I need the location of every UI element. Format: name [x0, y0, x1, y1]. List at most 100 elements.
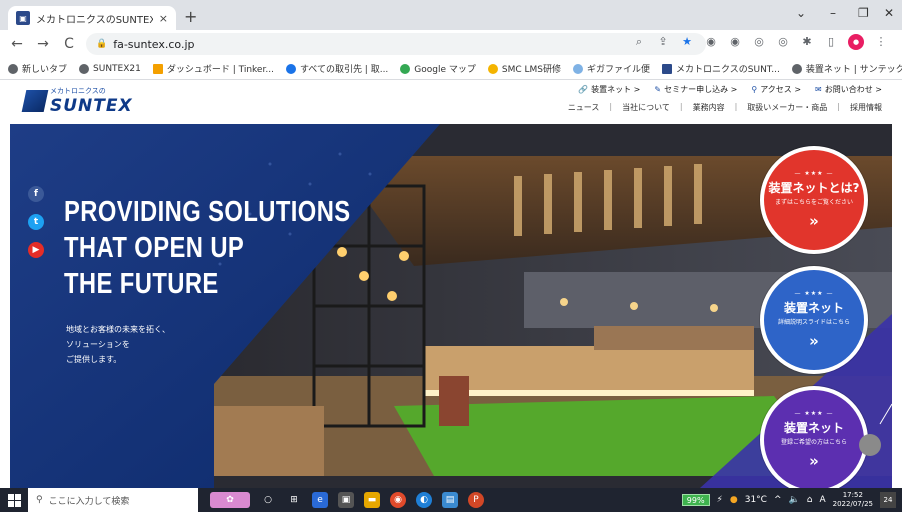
nav-news[interactable]: ニュース	[568, 102, 600, 113]
profile-avatar[interactable]: ●	[848, 34, 864, 50]
site-header: メカトロニクスの SUNTEX 🔗 装置ネット > ✎ セミナー申し込み > ⚲ アク…	[10, 80, 892, 124]
bookmark-icon	[487, 63, 498, 74]
chrome-icon[interactable]: ◉	[390, 492, 406, 508]
hero-title-line: PROVIDING SOLUTIONS	[64, 196, 351, 228]
extension-icon[interactable]: ◉	[704, 35, 718, 49]
bookmark-item[interactable]: すべての取引先 | 取...	[285, 62, 388, 75]
stars-decoration: — ★★★ —	[794, 290, 834, 297]
cta-slides-button[interactable]: — ★★★ — 装置ネット 詳細説明スライドはこちら »	[760, 266, 868, 374]
windows-start-icon[interactable]	[0, 488, 28, 512]
bookmark-icon	[573, 63, 584, 74]
bookmark-item[interactable]: ダッシュボード | Tinker...	[152, 62, 274, 75]
new-tab-button[interactable]: +	[184, 7, 197, 26]
hero-section: f t ▶ PROVIDING SOLUTIONS THAT OPEN UP T…	[10, 124, 892, 488]
task-view-icon[interactable]: ⊞	[286, 492, 302, 508]
back-button[interactable]: ←	[10, 36, 24, 52]
zoom-icon[interactable]: ⌕	[632, 35, 646, 49]
extensions-puzzle-icon[interactable]: ✱	[800, 35, 814, 49]
store-icon[interactable]: ▣	[338, 492, 354, 508]
teams-icon[interactable]: ▤	[442, 492, 458, 508]
nav-makers-products[interactable]: 取扱いメーカー・商品	[747, 102, 827, 113]
network-icon[interactable]: ⌂	[807, 495, 813, 505]
twitter-icon[interactable]: t	[28, 214, 44, 230]
nav-recruit[interactable]: 採用情報	[850, 102, 882, 113]
tab-close-icon[interactable]: ×	[159, 12, 168, 25]
nav-separator: |	[609, 102, 613, 111]
site-favicon-icon: ▣	[16, 11, 30, 25]
bookmark-item[interactable]: 新しいタブ	[8, 62, 67, 75]
minimize-button[interactable]: –	[830, 6, 836, 20]
hero-title-line: THAT OPEN UP	[64, 232, 245, 264]
extension-icon[interactable]: ◉	[728, 35, 742, 49]
chevron-up-icon[interactable]: ^	[774, 495, 782, 505]
tab-strip: ▣ メカトロニクスのSUNTEX × + ⌄ – ❐ ✕	[0, 0, 902, 30]
top-navigation: 🔗 装置ネット > ✎ セミナー申し込み > ⚲ アクセス > ✉ お問い合わせ >	[578, 84, 882, 95]
scroll-indicator-dot[interactable]	[859, 434, 881, 456]
taskbar-apps: ✿ ○ ⊞ e ▣ ▬ ◉ ◐ ▤ P	[210, 492, 484, 508]
cta-register-button[interactable]: — ★★★ — 装置ネット 登録ご希望の方はこちら »	[760, 386, 868, 488]
bookmarks-bar: 新しいタブ SUNTEX21 ダッシュボード | Tinker... すべての取…	[0, 58, 902, 80]
edit-icon: ✎	[654, 85, 662, 94]
share-icon[interactable]: ⇪	[656, 35, 670, 49]
menu-kebab-icon[interactable]: ⋮	[874, 35, 888, 49]
bookmark-item[interactable]: 装置ネット | サンテックス	[791, 62, 902, 75]
file-explorer-icon[interactable]: ▬	[364, 492, 380, 508]
topnav-souchi-net[interactable]: 🔗 装置ネット >	[578, 84, 640, 95]
bookmark-item[interactable]: SMC LMS研修	[487, 62, 561, 75]
youtube-icon[interactable]: ▶	[28, 242, 44, 258]
plug-icon: ⚡	[716, 495, 723, 505]
forward-button[interactable]: →	[36, 36, 50, 52]
logo-wordmark: SUNTEX	[50, 96, 133, 116]
notification-center-icon[interactable]: 24	[880, 492, 896, 508]
taskbar-search-input[interactable]: ⚲ ここに入力して検索	[28, 488, 198, 512]
bookmark-icon	[285, 63, 296, 74]
url-text[interactable]: fa-suntex.co.jp	[113, 38, 194, 51]
hero-title: PROVIDING SOLUTIONS THAT OPEN UP THE FUT…	[64, 194, 413, 302]
weather-icon: ●	[729, 495, 738, 505]
reload-button[interactable]: C	[62, 36, 76, 52]
volume-icon[interactable]: 🔈	[789, 495, 800, 505]
double-chevron-right-icon: »	[809, 452, 819, 470]
url-bar[interactable]: 🔒 fa-suntex.co.jp	[86, 33, 706, 55]
nav-separator: |	[837, 102, 840, 111]
maximize-button[interactable]: ❐	[858, 6, 869, 20]
double-chevron-right-icon: »	[809, 212, 819, 230]
bookmark-icon	[8, 63, 18, 74]
bookmark-item[interactable]: ギガファイル便	[573, 62, 650, 75]
nav-business[interactable]: 業務内容	[693, 102, 725, 113]
bookmark-item[interactable]: Google マップ	[400, 62, 476, 75]
search-highlight-icon[interactable]: ✿	[210, 492, 250, 508]
extension-icon[interactable]: ◎	[776, 35, 790, 49]
cta-what-is-souchi-net-button[interactable]: — ★★★ — 装置ネットとは? まずはこちらをご覧ください »	[760, 146, 868, 254]
cortana-icon[interactable]: ○	[260, 492, 276, 508]
lock-icon[interactable]: 🔒	[96, 39, 107, 49]
suntex-logo[interactable]: メカトロニクスの SUNTEX	[21, 86, 132, 118]
link-icon: 🔗	[578, 85, 589, 94]
hero-subtitle: 地域とお客様の未来を拓く、 ソリューションを ご提供します。	[66, 325, 170, 364]
topnav-access[interactable]: ⚲ アクセス >	[751, 84, 801, 95]
edge-legacy-icon[interactable]: e	[312, 492, 328, 508]
double-chevron-right-icon: »	[809, 332, 819, 350]
edge-icon[interactable]: ◐	[416, 492, 432, 508]
tab-search-icon[interactable]: ⌄	[796, 6, 806, 20]
main-navigation: ニュース | 当社について | 業務内容 | 取扱いメーカー・商品 | 採用情報	[568, 102, 882, 113]
battery-indicator[interactable]: 99%	[681, 494, 710, 506]
topnav-seminar[interactable]: ✎ セミナー申し込み >	[654, 84, 737, 95]
topnav-contact[interactable]: ✉ お問い合わせ >	[815, 84, 882, 95]
bookmark-icon	[400, 63, 411, 74]
extension-icon[interactable]: ◎	[752, 35, 766, 49]
system-tray: 99% ⚡ ● 31°C ^ 🔈 ⌂ A 17:52 2022/07/25 24	[681, 488, 896, 512]
bookmark-star-icon[interactable]: ★	[680, 35, 694, 49]
bookmark-item[interactable]: メカトロニクスのSUNT...	[662, 62, 780, 75]
clock[interactable]: 17:52 2022/07/25	[833, 491, 873, 509]
bookmark-icon	[791, 63, 802, 74]
side-panel-icon[interactable]: ▯	[824, 35, 838, 49]
powerpoint-icon[interactable]: P	[468, 492, 484, 508]
browser-tab-active[interactable]: ▣ メカトロニクスのSUNTEX ×	[8, 6, 176, 30]
temperature[interactable]: 31°C	[745, 495, 767, 505]
bookmark-item[interactable]: SUNTEX21	[79, 63, 141, 74]
close-window-button[interactable]: ✕	[884, 6, 894, 20]
nav-about[interactable]: 当社について	[622, 102, 670, 113]
facebook-icon[interactable]: f	[28, 186, 44, 202]
ime-indicator[interactable]: A	[819, 495, 825, 505]
